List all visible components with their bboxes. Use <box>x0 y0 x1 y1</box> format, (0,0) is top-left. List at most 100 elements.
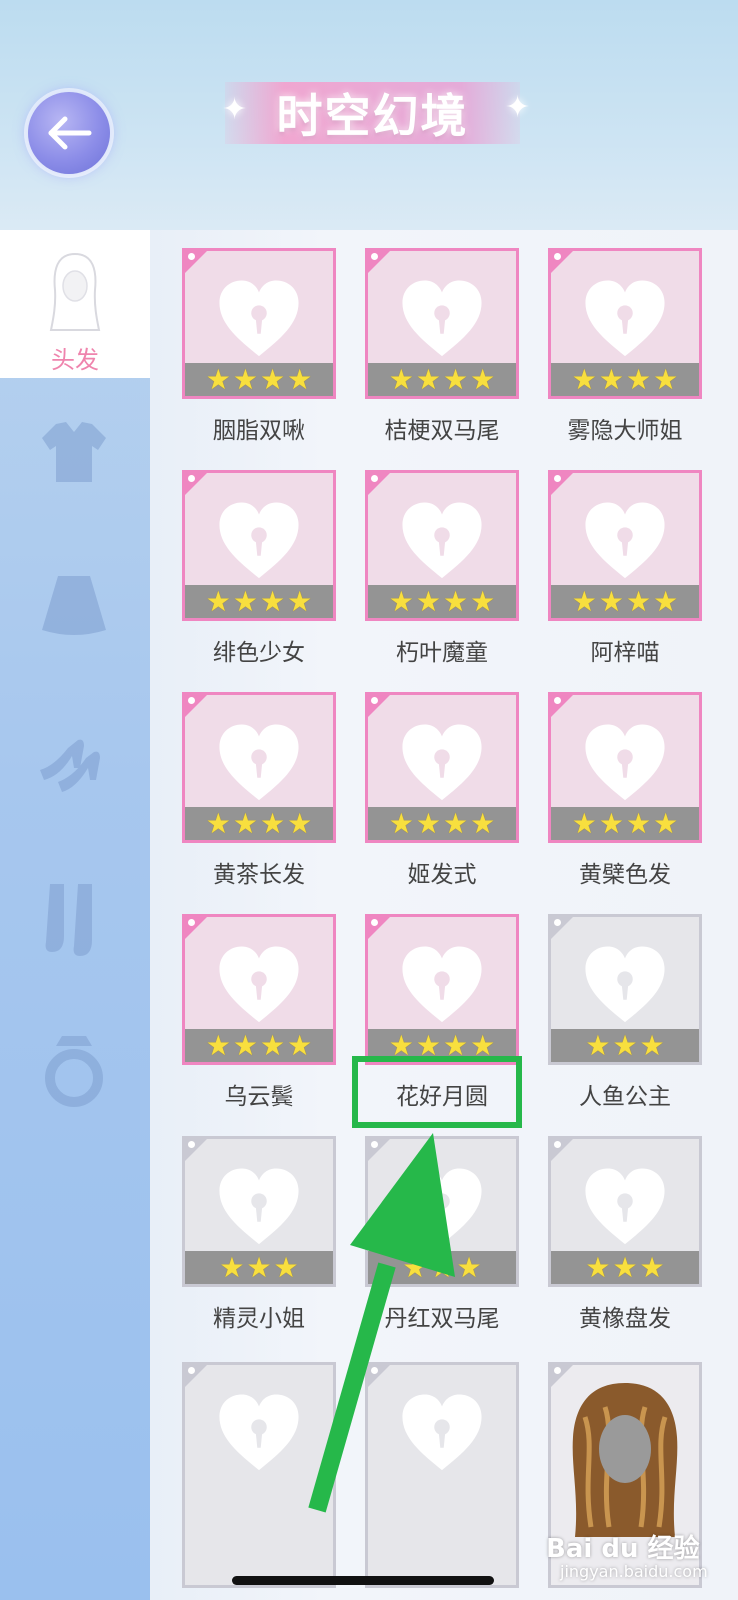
star-icon: ★ <box>415 584 441 618</box>
page-title-banner: 时空幻境 <box>225 82 520 144</box>
item-card[interactable]: ★ ★ ★ 黄橡盘发 <box>548 1136 702 1333</box>
item-card[interactable]: ★ ★ ★ ★ 桔梗双马尾 <box>365 248 519 445</box>
item-thumbnail: ★ ★ ★ ★ <box>182 470 336 621</box>
star-rating: ★ ★ ★ ★ <box>185 807 333 840</box>
watermark-url: jingyan.baidu.com <box>560 1562 708 1581</box>
locked-heart-icon <box>585 724 665 801</box>
star-icon: ★ <box>388 584 414 618</box>
star-icon: ★ <box>205 1028 231 1062</box>
item-card[interactable]: ★ ★ ★ ★ 姬发式 <box>365 692 519 889</box>
star-icon: ★ <box>585 1250 611 1284</box>
star-icon: ★ <box>443 806 469 840</box>
star-icon: ★ <box>287 362 313 396</box>
item-card[interactable]: ★ ★ ★ ★ 黄檗色发 <box>548 692 702 889</box>
star-icon: ★ <box>626 584 652 618</box>
item-thumbnail: ★★★ <box>548 1136 702 1287</box>
star-icon: ★ <box>219 1250 245 1284</box>
star-icon: ★ <box>443 362 469 396</box>
item-name: 黄茶长发 <box>213 862 305 888</box>
star-icon: ★ <box>232 1028 258 1062</box>
highlight-box <box>352 1056 522 1128</box>
locked-heart-icon <box>219 946 299 1023</box>
star-rating: ★ ★ ★ ★ <box>368 807 516 840</box>
item-name: 人鱼公主 <box>579 1084 671 1110</box>
item-card[interactable]: ★ ★ ★ ★ 朽叶魔童 <box>365 470 519 667</box>
item-name: 黄橡盘发 <box>579 1306 671 1332</box>
shoes-icon[interactable] <box>34 730 114 796</box>
star-rating: ★ ★ ★ ★ <box>551 363 699 396</box>
star-icon: ★ <box>205 362 231 396</box>
star-rating: ★★★ <box>551 1029 699 1062</box>
item-card[interactable]: ★ ★ ★ ★ 胭脂双啾 <box>182 248 336 445</box>
item-thumbnail: ★ ★ ★ ★ <box>548 692 702 843</box>
item-name: 胭脂双啾 <box>213 418 305 444</box>
star-icon: ★ <box>232 806 258 840</box>
star-icon: ★ <box>260 806 286 840</box>
item-card[interactable]: ★ ★ ★ 人鱼公主 <box>548 914 702 1111</box>
page-title: 时空幻境 <box>276 89 469 143</box>
star-icon: ★ <box>571 584 597 618</box>
star-icon: ★ <box>639 1028 665 1062</box>
star-rating: ★ ★ ★ ★ <box>185 585 333 618</box>
star-icon: ★ <box>598 584 624 618</box>
star-icon: ★ <box>470 806 496 840</box>
locked-heart-icon <box>402 502 482 579</box>
sparkle-icon: ✦ <box>222 92 248 127</box>
locked-heart-icon <box>402 280 482 357</box>
item-thumbnail: ★ ★ ★ ★ <box>548 248 702 399</box>
ring-icon[interactable] <box>36 1030 112 1110</box>
star-rating: ★ ★ ★ ★ <box>551 585 699 618</box>
back-button[interactable] <box>28 92 110 174</box>
item-thumbnail: ★ ★ ★ ★ <box>182 692 336 843</box>
locked-heart-icon <box>585 1168 665 1245</box>
locked-heart-icon <box>219 280 299 357</box>
star-icon: ★ <box>260 584 286 618</box>
star-icon: ★ <box>470 362 496 396</box>
star-icon: ★ <box>388 362 414 396</box>
top-icon[interactable] <box>36 418 112 488</box>
item-thumbnail: ★ ★ ★ ★ <box>182 914 336 1065</box>
socks-icon[interactable] <box>36 880 112 960</box>
star-icon: ★ <box>612 1250 638 1284</box>
star-icon: ★ <box>415 806 441 840</box>
item-thumbnail: ★ ★ ★ ★ <box>365 914 519 1065</box>
item-thumbnail: ★★★ <box>548 914 702 1065</box>
category-hair[interactable]: 头发 <box>0 230 150 378</box>
back-arrow-icon <box>48 116 92 150</box>
pointer-arrow-icon <box>308 1133 455 1513</box>
item-thumbnail: ★ ★ ★ ★ <box>365 248 519 399</box>
item-card[interactable]: ★ ★ ★ ★ 阿梓喵 <box>548 470 702 667</box>
star-icon: ★ <box>388 806 414 840</box>
home-indicator <box>232 1576 494 1585</box>
star-icon: ★ <box>626 362 652 396</box>
star-icon: ★ <box>571 806 597 840</box>
star-icon: ★ <box>626 806 652 840</box>
star-icon: ★ <box>598 806 624 840</box>
item-name: 绯色少女 <box>213 640 305 666</box>
star-rating: ★ ★ ★ ★ <box>368 585 516 618</box>
star-icon: ★ <box>232 584 258 618</box>
star-rating: ★★★ <box>551 1251 699 1284</box>
star-icon: ★ <box>653 584 679 618</box>
star-icon: ★ <box>287 584 313 618</box>
item-card[interactable]: ★ ★ ★ ★ 雾隐大师姐 <box>548 248 702 445</box>
star-icon: ★ <box>443 584 469 618</box>
item-card[interactable]: ★ ★ ★ ★ 乌云鬓 <box>182 914 336 1111</box>
item-card[interactable]: ★ ★ ★ ★ 黄茶长发 <box>182 692 336 889</box>
category-label: 头发 <box>51 346 99 374</box>
item-thumbnail: ★ ★ ★ ★ <box>365 692 519 843</box>
item-thumbnail: ★ ★ ★ ★ <box>365 470 519 621</box>
item-name: 雾隐大师姐 <box>567 418 683 444</box>
item-name: 桔梗双马尾 <box>384 418 500 444</box>
locked-heart-icon <box>402 724 482 801</box>
star-icon: ★ <box>612 1028 638 1062</box>
item-name: 朽叶魔童 <box>396 640 488 666</box>
locked-heart-icon <box>219 1168 299 1245</box>
item-card[interactable]: ★ ★ ★ ★ 绯色少女 <box>182 470 336 667</box>
star-icon: ★ <box>260 362 286 396</box>
star-icon: ★ <box>205 584 231 618</box>
item-name: 黄檗色发 <box>579 862 671 888</box>
star-icon: ★ <box>571 362 597 396</box>
skirt-icon[interactable] <box>36 570 112 640</box>
star-icon: ★ <box>653 806 679 840</box>
